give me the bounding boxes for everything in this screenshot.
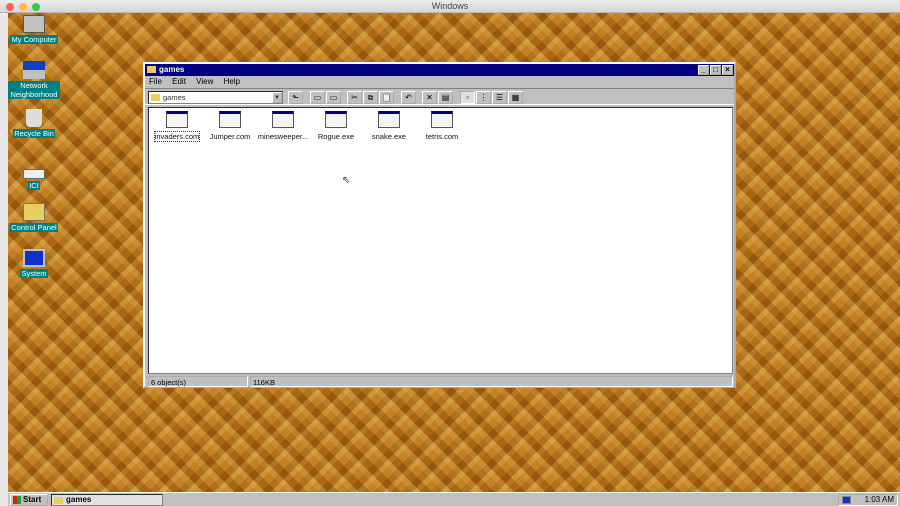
program-icon: [166, 111, 188, 128]
recycle-bin-icon: [26, 109, 42, 127]
menu-edit[interactable]: Edit: [172, 77, 186, 86]
desktop-icon-network[interactable]: Network Neighborhood: [4, 61, 64, 99]
window-title: games: [159, 65, 185, 74]
close-button[interactable]: ×: [722, 65, 733, 75]
mac-window-title: Windows: [431, 1, 469, 11]
file-item[interactable]: Jumper.com: [203, 111, 257, 141]
menu-bar: File Edit View Help: [145, 76, 734, 88]
list-button[interactable]: ☰: [492, 91, 507, 104]
small-icons-button[interactable]: ⋮: [476, 91, 491, 104]
program-icon: [272, 111, 294, 128]
status-size: 116KB: [250, 376, 733, 387]
minimize-light[interactable]: [19, 3, 27, 11]
status-bar: 6 object(s) 116KB: [148, 376, 733, 387]
properties-button[interactable]: ▤: [438, 91, 453, 104]
mac-title-bar: Windows: [0, 0, 900, 13]
desktop-icon-my-computer[interactable]: My Computer: [4, 15, 64, 44]
windows-logo-icon: [13, 496, 21, 504]
display-icon[interactable]: [842, 496, 851, 504]
system-tray: 1:03 AM: [838, 494, 898, 506]
file-list: invaders.com Jumper.com minesweeper... R…: [148, 107, 733, 374]
copy-button[interactable]: ⧉: [363, 91, 378, 104]
desktop-icon-ici[interactable]: ICI: [4, 163, 64, 190]
folder-icon: [54, 497, 63, 504]
status-object-count: 6 object(s): [148, 376, 248, 387]
maximize-button[interactable]: □: [710, 65, 721, 75]
minimize-button[interactable]: _: [698, 65, 709, 75]
system-icon: [23, 249, 45, 267]
file-item[interactable]: tetris.com: [415, 111, 469, 141]
program-icon: [325, 111, 347, 128]
file-item[interactable]: Rogue.exe: [309, 111, 363, 141]
control-panel-icon: [23, 203, 45, 221]
large-icons-button[interactable]: ▫: [460, 91, 475, 104]
taskbar: Start games 1:03 AM: [8, 492, 900, 506]
undo-button[interactable]: ↶: [401, 91, 416, 104]
desktop-icon-recycle-bin[interactable]: Recycle Bin: [4, 109, 64, 138]
desktop-icon-system[interactable]: System: [4, 249, 64, 278]
address-dropdown[interactable]: games ▼: [148, 91, 283, 104]
menu-view[interactable]: View: [196, 77, 213, 86]
window-title-bar[interactable]: games _ □ ×: [145, 64, 734, 76]
file-item[interactable]: minesweeper...: [256, 111, 310, 141]
file-item[interactable]: invaders.com: [150, 111, 204, 142]
close-light[interactable]: [6, 3, 14, 11]
folder-icon: [147, 66, 156, 73]
computer-icon: [23, 15, 45, 33]
start-button[interactable]: Start: [10, 494, 48, 506]
program-icon: [431, 111, 453, 128]
explorer-window: games _ □ × File Edit View Help games ▼ …: [143, 62, 736, 388]
delete-button[interactable]: ✕: [422, 91, 437, 104]
program-icon: [219, 111, 241, 128]
program-icon: [378, 111, 400, 128]
folder-icon: [151, 94, 160, 101]
clock: 1:03 AM: [864, 495, 894, 504]
paste-button[interactable]: 📋: [379, 91, 394, 104]
zoom-light[interactable]: [32, 3, 40, 11]
disconnect-drive-button[interactable]: ▭: [326, 91, 341, 104]
network-icon: [23, 61, 45, 79]
shortcut-icon: [23, 169, 45, 179]
menu-help[interactable]: Help: [224, 77, 240, 86]
mouse-cursor-icon: ⇖: [342, 175, 351, 186]
taskbar-item-games[interactable]: games: [51, 494, 163, 506]
details-button[interactable]: ▦: [508, 91, 523, 104]
cut-button[interactable]: ✂: [347, 91, 362, 104]
chevron-down-icon[interactable]: ▼: [272, 92, 282, 103]
up-folder-button[interactable]: ⬑: [288, 91, 303, 104]
toolbar: games ▼ ⬑ ▭ ▭ ✂ ⧉ 📋 ↶ ✕ ▤ ▫ ⋮ ☰ ▦: [145, 88, 734, 105]
desktop-icon-control-panel[interactable]: Control Panel: [4, 203, 64, 232]
menu-file[interactable]: File: [149, 77, 162, 86]
file-item[interactable]: snake.exe: [362, 111, 416, 141]
map-drive-button[interactable]: ▭: [310, 91, 325, 104]
